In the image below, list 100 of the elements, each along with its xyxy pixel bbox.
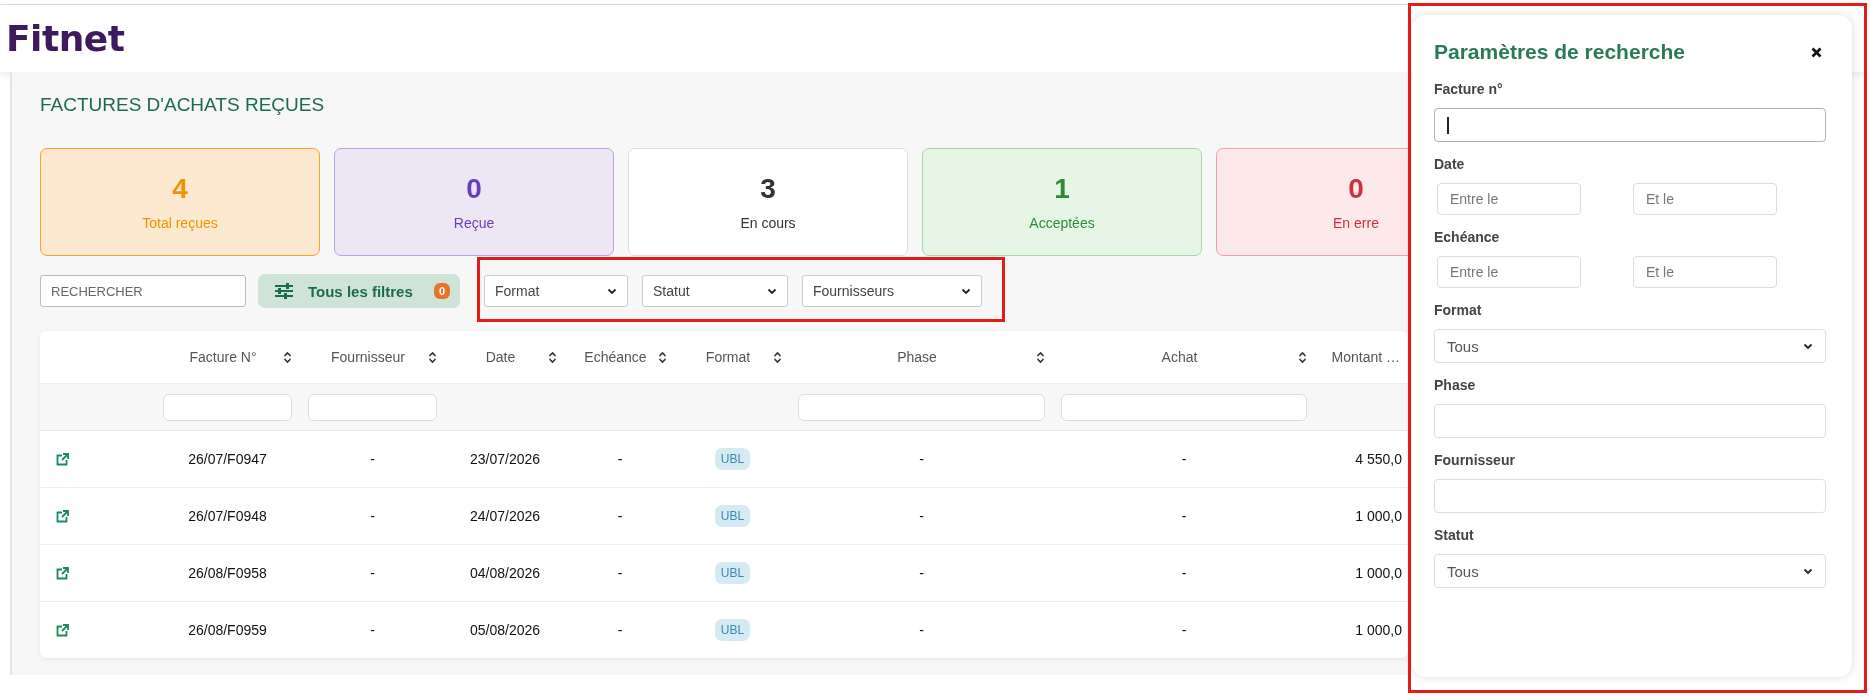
field-label: Echéance: [1434, 229, 1501, 247]
sliders-icon: [274, 283, 294, 299]
text-field[interactable]: [1434, 404, 1826, 438]
chevron-down-icon: [607, 287, 617, 295]
format-tag: UBL: [714, 562, 751, 584]
filter-dropdown[interactable]: Statut: [642, 275, 788, 307]
page-title: FACTURES D'ACHATS REÇUES: [40, 94, 326, 117]
all-filters-button[interactable]: Tous les filtres 0: [258, 274, 460, 308]
stat-card[interactable]: 3 En cours: [628, 148, 908, 256]
stat-value: 0: [1348, 173, 1364, 205]
stat-card[interactable]: 0 En erre: [1216, 148, 1408, 256]
table-cell: 26/08/F0959: [188, 622, 267, 638]
stat-value: 0: [466, 173, 482, 205]
column-header[interactable]: Achat: [1061, 349, 1298, 365]
field-label: Phase: [1434, 377, 1477, 395]
table-cell: -: [617, 565, 623, 581]
column-header[interactable]: Date: [453, 349, 548, 365]
column-header[interactable]: Format: [683, 349, 773, 365]
table-cell: 05/08/2026: [469, 622, 541, 638]
sort-icon[interactable]: [773, 350, 782, 364]
format-tag: UBL: [714, 448, 751, 470]
close-icon[interactable]: [1811, 46, 1822, 58]
table-cell: -: [1181, 451, 1187, 467]
external-link-icon[interactable]: [56, 566, 69, 580]
chevron-down-icon: [961, 287, 971, 295]
format-tag: UBL: [714, 619, 751, 641]
column-header[interactable]: Phase: [798, 349, 1036, 365]
table-cell: -: [1181, 508, 1187, 524]
table-cell: -: [617, 622, 623, 638]
column-filter-field[interactable]: [798, 393, 1045, 421]
dropdown-field[interactable]: Tous: [1434, 329, 1826, 363]
external-link-icon[interactable]: [56, 509, 69, 523]
sort-icon[interactable]: [428, 350, 437, 364]
stat-card[interactable]: 0 Reçue: [334, 148, 614, 256]
field-label: Statut: [1434, 527, 1475, 545]
dropdown-field[interactable]: Tous: [1434, 554, 1826, 588]
table-cell: 04/08/2026: [469, 565, 541, 581]
sort-icon[interactable]: [1036, 350, 1045, 364]
format-tag: UBL: [714, 505, 751, 527]
table-cell: -: [1181, 565, 1187, 581]
text-field[interactable]: [1434, 479, 1826, 513]
stat-value: 4: [172, 173, 188, 205]
column-filter-field[interactable]: [163, 393, 292, 421]
table-cell: -: [617, 451, 623, 467]
filter-dropdown[interactable]: Format: [484, 275, 628, 307]
sort-icon[interactable]: [658, 350, 667, 364]
table-cell: 26/08/F0958: [188, 565, 267, 581]
external-link-icon[interactable]: [56, 452, 69, 466]
logo[interactable]: Fitnet: [6, 18, 125, 59]
date-field[interactable]: Et le: [1633, 183, 1777, 215]
chevron-down-icon: [767, 287, 777, 295]
column-filter-field[interactable]: [1061, 393, 1307, 421]
stat-label: En cours: [740, 215, 796, 231]
table-cell: -: [370, 622, 375, 638]
field-label: Facture n°: [1434, 81, 1504, 99]
filter-dropdown[interactable]: Fournisseurs: [802, 275, 982, 307]
text-field[interactable]: [1434, 108, 1826, 142]
stat-value: 1: [1054, 173, 1070, 205]
stat-card[interactable]: 1 Acceptées: [922, 148, 1202, 256]
table-cell: -: [370, 451, 375, 467]
column-header[interactable]: Echéance: [573, 349, 658, 365]
stat-label: Acceptées: [1029, 215, 1095, 231]
date-field[interactable]: Entre le: [1437, 256, 1581, 288]
chevron-down-icon: [1803, 567, 1813, 575]
panel-title: Paramètres de recherche: [1434, 40, 1685, 64]
filter-count-badge: 0: [433, 283, 450, 299]
table-cell: -: [919, 451, 924, 467]
field-label: Format: [1434, 302, 1483, 320]
search-field[interactable]: RECHERCHER: [40, 275, 246, 307]
stat-label: En erre: [1333, 215, 1379, 231]
table-cell: -: [919, 565, 924, 581]
table-cell: -: [1181, 622, 1187, 638]
external-link-icon[interactable]: [56, 623, 69, 637]
sort-icon[interactable]: [283, 350, 292, 364]
chevron-down-icon: [1803, 342, 1813, 350]
date-field[interactable]: Entre le: [1437, 183, 1581, 215]
sort-icon[interactable]: [548, 350, 557, 364]
field-label: Fournisseur: [1434, 452, 1516, 470]
table-cell: 1 000,0: [1355, 508, 1402, 524]
stat-label: Reçue: [453, 215, 495, 231]
column-header[interactable]: Fournisseur: [308, 349, 428, 365]
column-header[interactable]: Facture N°: [163, 349, 283, 365]
field-label: Date: [1434, 156, 1466, 174]
table-cell: 1 000,0: [1355, 622, 1402, 638]
stat-value: 3: [760, 173, 776, 205]
table-cell: -: [370, 508, 375, 524]
table-cell: 24/07/2026: [469, 508, 541, 524]
table-cell: 4 550,0: [1355, 451, 1402, 467]
table-cell: -: [370, 565, 375, 581]
stat-label: Total reçues: [142, 215, 218, 231]
table-cell: 26/07/F0948: [188, 508, 267, 524]
table-cell: 23/07/2026: [469, 451, 541, 467]
table-cell: 1 000,0: [1355, 565, 1402, 581]
table-cell: -: [919, 508, 924, 524]
date-field[interactable]: Et le: [1633, 256, 1777, 288]
column-header[interactable]: Montant …: [1323, 349, 1400, 365]
sort-icon[interactable]: [1298, 350, 1307, 364]
table-cell: -: [919, 622, 924, 638]
column-filter-field[interactable]: [308, 393, 437, 421]
table-cell: -: [617, 508, 623, 524]
